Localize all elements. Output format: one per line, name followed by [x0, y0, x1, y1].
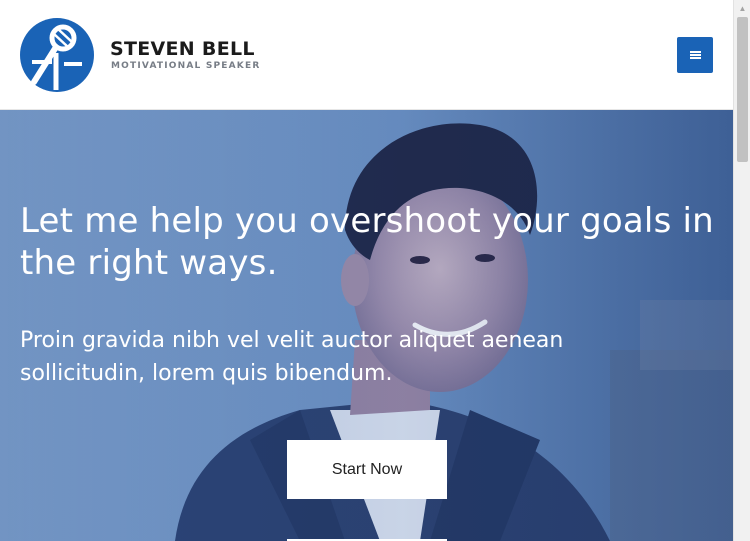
hero-title: Let me help you overshoot your goals in … — [20, 201, 714, 283]
start-now-button[interactable]: Start Now — [287, 440, 447, 499]
brand-name: STEVEN BELL — [110, 38, 255, 60]
site-logo-link[interactable]: STEVEN BELL MOTIVATIONAL SPEAKER — [20, 18, 260, 92]
scrollbar-thumb[interactable] — [737, 17, 748, 162]
hero-section: Let me help you overshoot your goals in … — [0, 110, 733, 541]
site-header: STEVEN BELL MOTIVATIONAL SPEAKER — [0, 0, 733, 110]
hero-subtitle: Proin gravida nibh vel velit auctor aliq… — [20, 328, 564, 386]
hamburger-menu-icon — [689, 51, 701, 59]
menu-toggle-button[interactable] — [677, 37, 713, 73]
brand-tagline: MOTIVATIONAL SPEAKER — [111, 61, 261, 71]
page-scrollbar[interactable]: ▲ — [733, 0, 750, 541]
microphone-logo-icon — [20, 18, 94, 92]
scroll-up-arrow-icon[interactable]: ▲ — [734, 0, 750, 16]
